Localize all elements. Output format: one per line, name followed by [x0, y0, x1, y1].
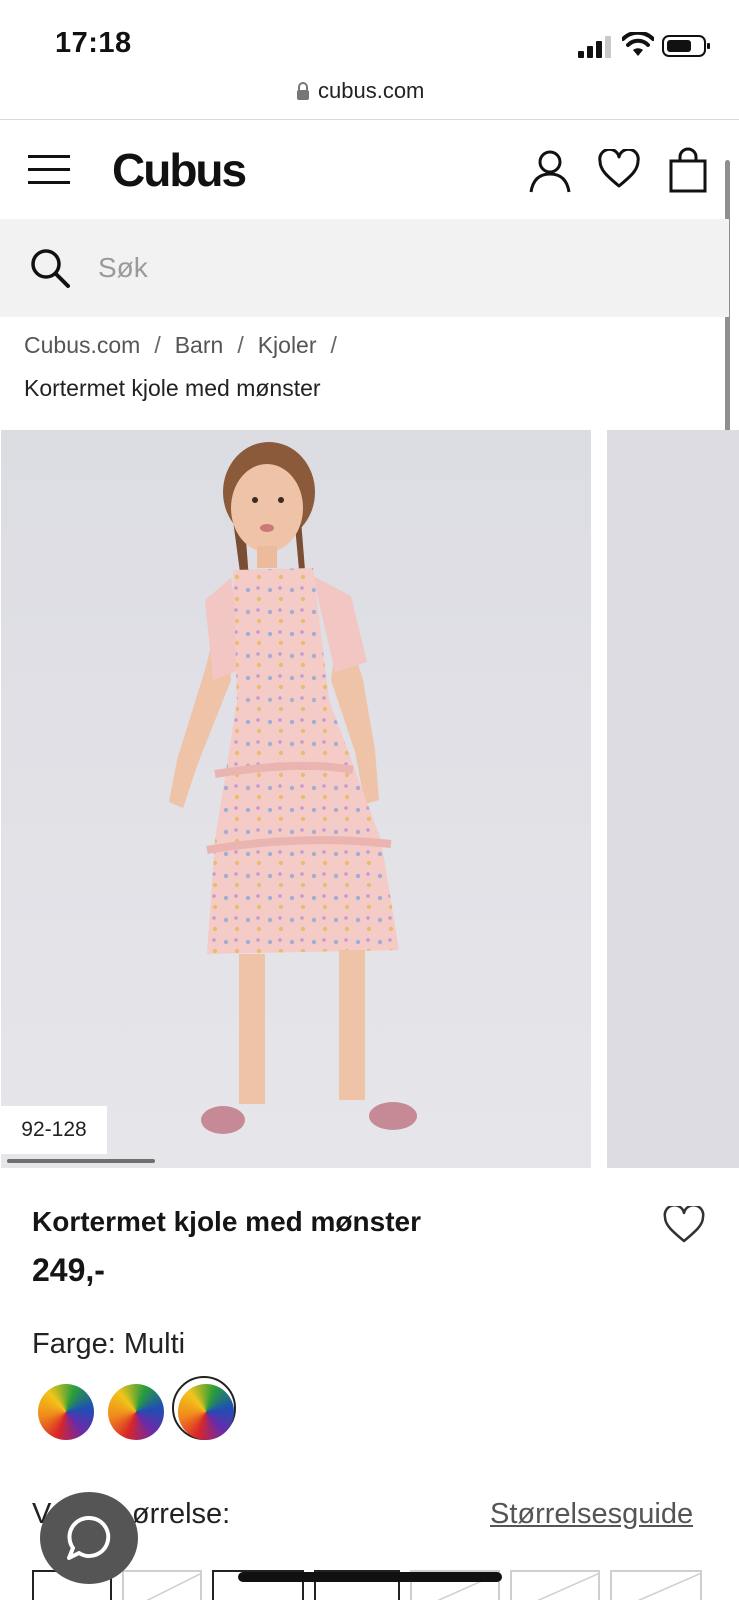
product-gallery[interactable]: 92-128	[0, 430, 739, 1168]
breadcrumb-separator: /	[237, 331, 244, 358]
size-range-tag: 92-128	[1, 1106, 107, 1154]
next-product-image[interactable]	[607, 430, 739, 1168]
status-bar: 17:18	[0, 0, 739, 80]
color-swatches	[36, 1376, 246, 1444]
dress-photo	[1, 430, 591, 1168]
url-bar[interactable]: cubus.com	[0, 76, 739, 120]
chat-icon	[67, 1515, 111, 1560]
color-swatch-3[interactable]	[178, 1384, 234, 1440]
bag-icon[interactable]	[668, 147, 708, 193]
breadcrumb-current: Kortermet kjole med mønster	[24, 375, 321, 401]
battery-icon	[662, 35, 710, 57]
breadcrumb: Cubus.com / Barn / Kjoler / Kortermet kj…	[24, 327, 714, 402]
color-swatch-1[interactable]	[38, 1384, 94, 1440]
size-guide-link[interactable]: Størrelsesguide	[490, 1498, 693, 1531]
heart-icon[interactable]	[597, 149, 641, 189]
url-text: cubus.com	[318, 78, 425, 103]
product-image[interactable]: 92-128	[1, 430, 591, 1168]
breadcrumb-link-barn[interactable]: Barn	[175, 332, 224, 359]
size-option[interactable]	[510, 1570, 600, 1600]
signal-icon	[578, 36, 611, 58]
breadcrumb-link-home[interactable]: Cubus.com	[24, 332, 140, 359]
size-option[interactable]	[610, 1570, 702, 1600]
wifi-icon	[622, 32, 654, 56]
product-title: Kortermet kjole med mønster	[32, 1206, 421, 1237]
size-option[interactable]	[122, 1570, 202, 1600]
color-label: Farge: Multi	[32, 1328, 186, 1360]
breadcrumb-link-kjoler[interactable]: Kjoler	[258, 332, 317, 359]
status-time: 17:18	[55, 27, 132, 59]
search-bar	[0, 219, 729, 317]
breadcrumb-separator: /	[330, 331, 337, 358]
product-price: 249,-	[32, 1252, 105, 1288]
search-icon[interactable]	[29, 247, 71, 289]
color-swatch-2[interactable]	[108, 1384, 164, 1440]
gallery-progress-bar	[7, 1159, 155, 1163]
lock-icon	[297, 82, 309, 100]
site-header: Cubus	[0, 121, 739, 219]
search-input[interactable]	[98, 247, 698, 289]
home-indicator	[238, 1572, 502, 1582]
breadcrumb-separator: /	[154, 331, 161, 358]
menu-icon[interactable]	[28, 155, 70, 185]
chat-button[interactable]	[40, 1492, 138, 1584]
heart-icon[interactable]	[662, 1206, 706, 1244]
cubus-logo[interactable]: Cubus	[112, 143, 247, 197]
user-icon[interactable]	[528, 149, 572, 193]
